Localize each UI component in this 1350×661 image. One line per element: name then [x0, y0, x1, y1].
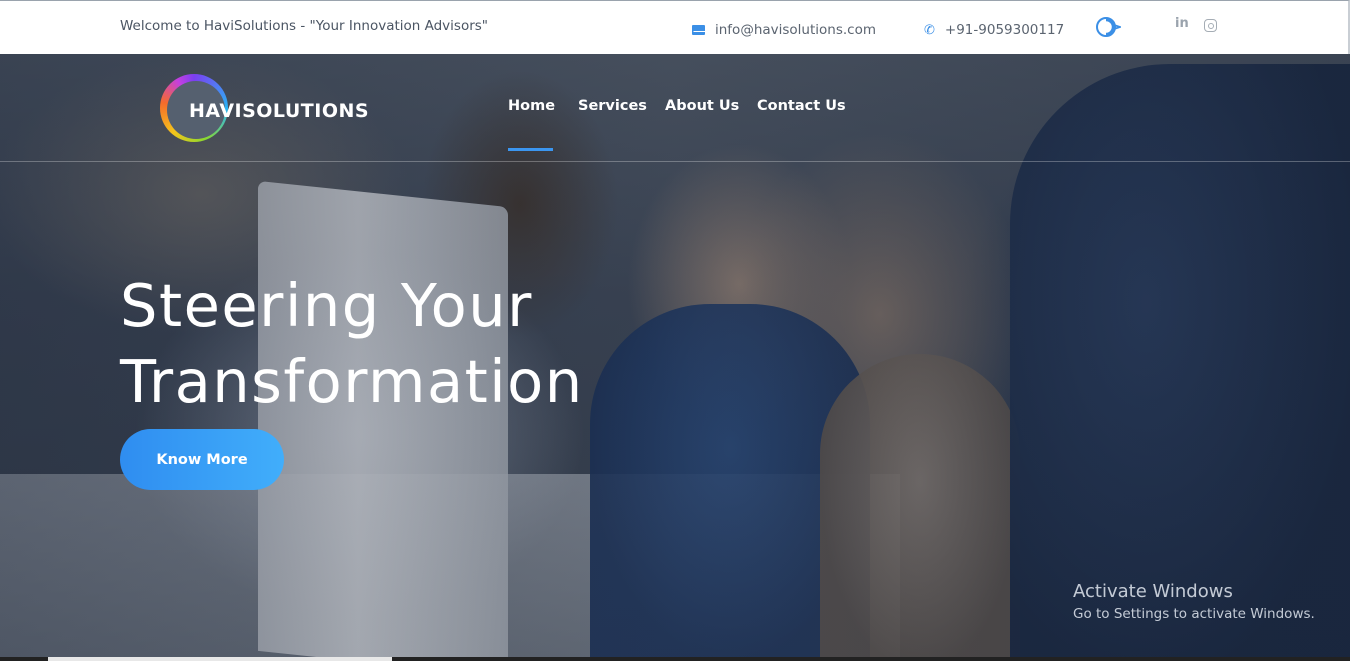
dark-mode-toggle-icon[interactable] [1095, 16, 1121, 38]
hero-headline-line-2: Transformation [120, 347, 584, 416]
nav-active-indicator [508, 148, 553, 151]
watermark-subtitle: Go to Settings to activate Windows. [1073, 606, 1315, 622]
nav-item-about-us[interactable]: About Us [665, 98, 739, 114]
phone-contact[interactable]: ✆ +91-9059300117 [924, 22, 1064, 38]
know-more-button[interactable]: Know More [120, 429, 284, 490]
bottom-scrollbar[interactable] [0, 657, 1350, 661]
nav-item-home[interactable]: Home [508, 98, 555, 114]
scrollbar-thumb[interactable] [48, 657, 392, 661]
welcome-text: Welcome to HaviSolutions - "Your Innovat… [120, 18, 489, 34]
nav-item-services[interactable]: Services [578, 98, 647, 114]
hero-section: HAVISOLUTIONS Home Services About Us Con… [0, 54, 1350, 661]
site-logo[interactable]: HAVISOLUTIONS [160, 74, 369, 146]
logo-text: HAVISOLUTIONS [189, 100, 370, 122]
nav-item-contact-us[interactable]: Contact Us [757, 98, 846, 114]
phone-icon: ✆ [924, 22, 935, 38]
phone-link[interactable]: +91-9059300117 [945, 22, 1064, 38]
linkedin-icon[interactable]: in [1175, 16, 1189, 31]
email-link[interactable]: info@havisolutions.com [715, 22, 876, 38]
watermark-title: Activate Windows [1073, 581, 1233, 602]
windows-activation-watermark: Activate Windows Go to Settings to activ… [1073, 581, 1315, 622]
hero-headline: Steering Your Transformation [120, 268, 584, 420]
instagram-icon[interactable] [1204, 19, 1217, 32]
top-bar: Welcome to HaviSolutions - "Your Innovat… [0, 0, 1350, 54]
mail-icon [692, 25, 705, 35]
header-divider [0, 161, 1350, 162]
hero-headline-line-1: Steering Your [120, 271, 533, 340]
email-contact[interactable]: info@havisolutions.com [692, 22, 876, 38]
